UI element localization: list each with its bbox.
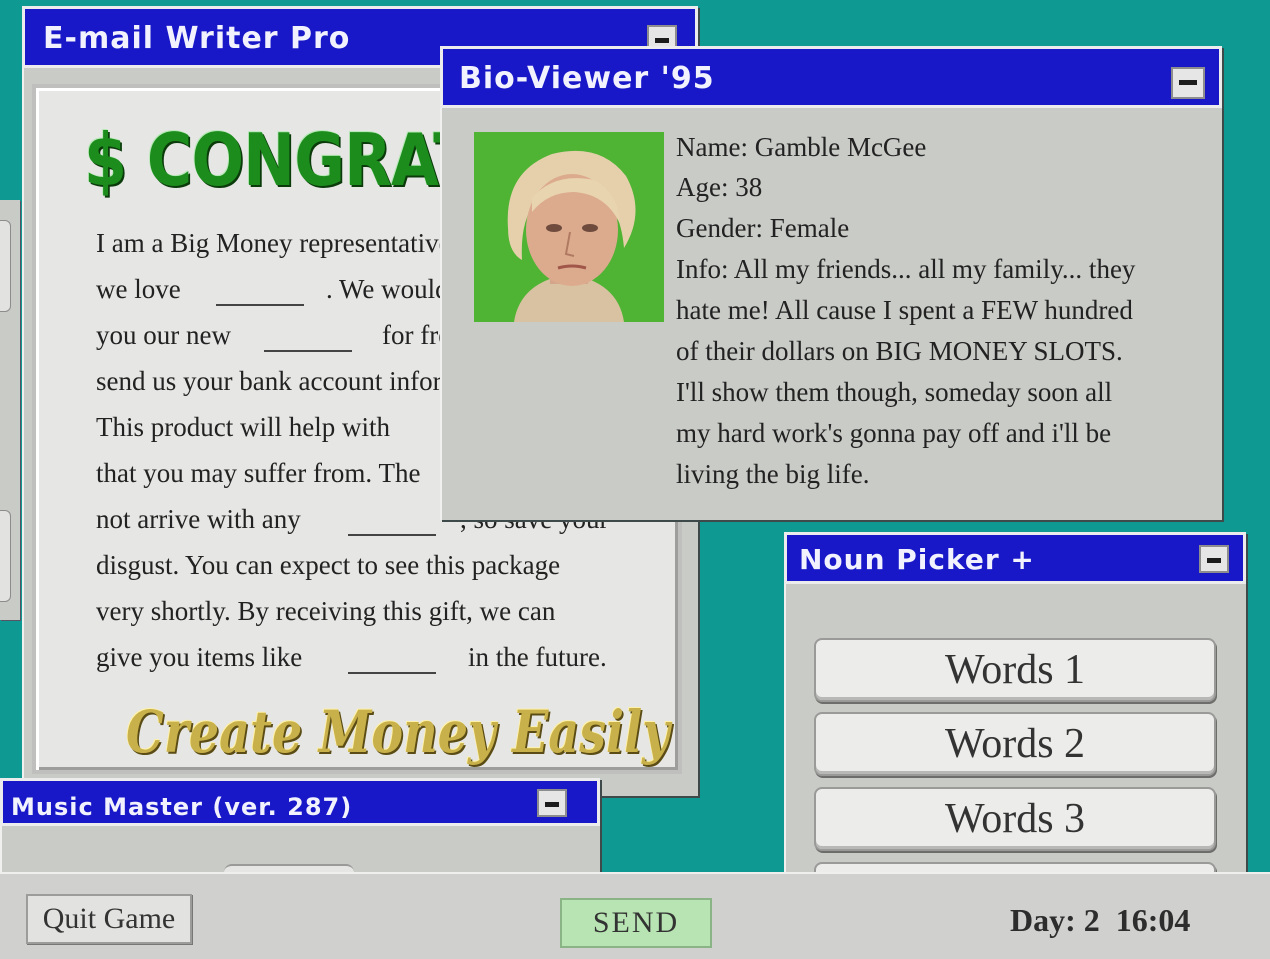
word-option-3[interactable]: Words 3	[814, 787, 1216, 851]
person-icon	[474, 132, 664, 322]
bio-age: Age: 38	[676, 172, 763, 202]
bio-info-line: my hard work's gonna pay off and i'll be	[676, 418, 1112, 448]
bio-viewer-window: Bio-Viewer '95 Name: Gamble McGee Age: 3…	[440, 46, 1222, 520]
day-counter: Day: 2	[1010, 902, 1100, 938]
email-text-line: disgust. You can expect to see this pack…	[96, 550, 561, 580]
word-option-2[interactable]: Words 2	[814, 712, 1216, 776]
word-option-1[interactable]: Words 1	[814, 638, 1216, 702]
bio-info-line: of their dollars on BIG MONEY SLOTS.	[676, 336, 1123, 366]
music-master-window: Music Master (ver. 287)	[0, 778, 600, 886]
bio-info-line: living the big life.	[676, 459, 870, 489]
minimize-icon[interactable]	[1171, 67, 1205, 99]
bio-gender: Gender: Female	[676, 213, 850, 243]
music-master-titlebar[interactable]: Music Master (ver. 287)	[0, 778, 600, 826]
email-text-line: give you items like	[96, 642, 303, 672]
window-title: Music Master (ver. 287)	[11, 793, 353, 821]
blank-slot[interactable]	[348, 534, 436, 536]
offscreen-window-edge	[0, 200, 20, 620]
bio-info-line: hate me! All cause I spent a FEW hundred	[676, 295, 1133, 325]
email-text-line: in the future.	[468, 642, 607, 672]
email-tagline: Create Money Easily	[126, 698, 670, 766]
window-title: Noun Picker +	[799, 543, 1035, 576]
bottom-bar: Quit Game SEND Day: 2 16:04	[0, 872, 1270, 959]
send-button[interactable]: SEND	[560, 898, 712, 948]
day-time-status: Day: 2 16:04	[1010, 902, 1190, 939]
noun-picker-titlebar[interactable]: Noun Picker +	[784, 532, 1246, 584]
window-title: Bio-Viewer '95	[459, 61, 715, 96]
email-text-line: very shortly. By receiving this gift, we…	[96, 596, 556, 626]
blank-slot[interactable]	[348, 672, 436, 674]
bio-name: Name: Gamble McGee	[676, 132, 927, 162]
email-text-line: not arrive with any	[96, 504, 301, 534]
email-text-line: that you may suffer from. The	[96, 458, 421, 488]
offscreen-tab[interactable]	[0, 220, 11, 312]
clock: 16:04	[1115, 902, 1191, 938]
blank-slot[interactable]	[216, 304, 304, 306]
email-text-line: This product will help with	[96, 412, 390, 442]
minimize-icon[interactable]	[537, 789, 567, 817]
portrait-image	[474, 132, 664, 322]
bio-viewer-titlebar[interactable]: Bio-Viewer '95	[440, 46, 1222, 108]
email-text-line: you our new	[96, 320, 231, 350]
email-text-line: I am a Big Money representative	[96, 228, 451, 258]
offscreen-tab[interactable]	[0, 510, 11, 602]
blank-slot[interactable]	[264, 350, 352, 352]
minimize-icon[interactable]	[1199, 545, 1229, 573]
bio-info-line: I'll show them though, someday soon all	[676, 377, 1113, 407]
window-title: E-mail Writer Pro	[43, 21, 351, 56]
email-text-line: we love	[96, 274, 181, 304]
bio-info-line: Info: All my friends... all my family...…	[676, 254, 1136, 284]
noun-picker-window: Noun Picker + Words 1 Words 2 Words 3	[784, 532, 1246, 902]
quit-game-button[interactable]: Quit Game	[26, 894, 192, 944]
